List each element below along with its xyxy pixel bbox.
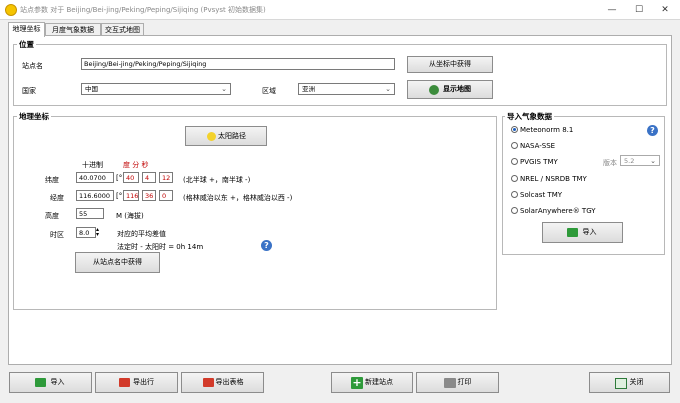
- site-name-label: 站点名: [22, 62, 43, 70]
- radio-nrel[interactable]: [511, 175, 518, 182]
- import-icon: [35, 378, 46, 387]
- longitude-deg-input[interactable]: 116: [123, 190, 139, 201]
- import-meteo-button[interactable]: 导入: [542, 222, 623, 243]
- tab-geo-coords[interactable]: 地理坐标: [8, 22, 45, 37]
- region-select[interactable]: 亚洲 ⌄: [298, 83, 395, 95]
- export-icon: [203, 378, 214, 387]
- country-select[interactable]: 中国 ⌄: [81, 83, 231, 95]
- export-table-label: 导出表格: [215, 378, 244, 386]
- version-select[interactable]: 5.2 ⌄: [620, 155, 660, 166]
- print-button[interactable]: 打印: [416, 372, 499, 393]
- decimal-header: 十进制: [82, 161, 103, 169]
- country-value: 中国: [85, 85, 98, 93]
- altitude-input[interactable]: 55: [76, 208, 104, 219]
- longitude-label: 经度: [50, 194, 64, 202]
- window-title: 站点参数 对于 Beijing/Bei-jing/Peking/Peping/S…: [20, 6, 266, 14]
- timezone-input[interactable]: 8.0: [76, 227, 96, 238]
- from-site-button[interactable]: 从站点名中获得: [75, 252, 160, 273]
- latitude-decimal-input[interactable]: 40.0700: [76, 172, 114, 183]
- radio-nasa-sse[interactable]: [511, 142, 518, 149]
- radio-solaranywhere[interactable]: [511, 207, 518, 214]
- latitude-label: 纬度: [45, 176, 59, 184]
- timezone-label: 时区: [50, 231, 64, 239]
- location-group-title: 位置: [17, 39, 36, 50]
- print-label: 打印: [457, 378, 472, 386]
- latitude-deg-input[interactable]: 40: [123, 172, 139, 183]
- site-name-input[interactable]: Beijing/Bei-jing/Peking/Peping/Sijiqing: [81, 58, 395, 70]
- printer-icon: [444, 378, 456, 388]
- option-meteonorm[interactable]: Meteonorm 8.1: [520, 126, 573, 134]
- version-label: 版本: [603, 159, 617, 167]
- altitude-unit: M (海拔): [116, 212, 144, 220]
- import-label: 导入: [50, 378, 65, 386]
- geo-coords-group-title: 地理坐标: [17, 111, 51, 122]
- import-meteo-group-title: 导入气象数据: [505, 111, 554, 122]
- import-meteo-label: 导入: [582, 228, 597, 236]
- close-button[interactable]: 关闭: [589, 372, 670, 393]
- radio-pvgis[interactable]: [511, 158, 518, 165]
- radio-solcast[interactable]: [511, 191, 518, 198]
- show-map-button[interactable]: 显示地图: [407, 80, 493, 99]
- chevron-down-icon: ⌄: [221, 85, 227, 93]
- latitude-hint: (北半球 +，南半球 -): [183, 176, 251, 184]
- longitude-min-input[interactable]: 36: [142, 190, 156, 201]
- from-coords-button[interactable]: 从坐标中获得: [407, 56, 493, 73]
- latitude-sec-input[interactable]: 12: [159, 172, 173, 183]
- latitude-min-input[interactable]: 4: [142, 172, 156, 183]
- chevron-down-icon: ⌄: [385, 85, 391, 93]
- radio-meteonorm[interactable]: [511, 126, 518, 133]
- maximize-button[interactable]: ☐: [631, 2, 647, 18]
- option-nasa-sse[interactable]: NASA-SSE: [520, 142, 555, 150]
- help-icon[interactable]: ?: [261, 240, 272, 251]
- new-site-label: 新建站点: [365, 378, 393, 386]
- dms-header: 度 分 秒: [123, 161, 149, 169]
- export-icon: [119, 378, 130, 387]
- timezone-note: 对应的平均差值: [117, 230, 166, 238]
- country-label: 国家: [22, 87, 36, 95]
- region-value: 亚洲: [302, 85, 315, 93]
- help-icon[interactable]: ?: [647, 125, 658, 136]
- new-site-button[interactable]: + 新建站点: [331, 372, 413, 393]
- exit-icon: [615, 378, 627, 389]
- longitude-decimal-input[interactable]: 116.6000: [76, 190, 114, 201]
- close-label: 关闭: [629, 378, 644, 386]
- location-group: [13, 44, 667, 106]
- longitude-sec-input[interactable]: 0: [159, 190, 173, 201]
- region-label: 区域: [262, 87, 276, 95]
- altitude-label: 高度: [45, 212, 59, 220]
- title-bar: 站点参数 对于 Beijing/Bei-jing/Peking/Peping/S…: [0, 0, 680, 20]
- import-icon: [567, 228, 578, 237]
- longitude-hint: (格林威治以东 +，格林威治以西 -): [183, 194, 293, 202]
- timezone-spin-icon[interactable]: ▴ ▾: [96, 227, 99, 238]
- option-pvgis[interactable]: PVGIS TMY: [520, 158, 558, 166]
- sun-icon: [207, 132, 216, 141]
- show-map-label: 显示地图: [443, 85, 471, 93]
- export-row-button[interactable]: 导出行: [95, 372, 178, 393]
- export-row-label: 导出行: [133, 378, 154, 386]
- globe-icon: [429, 85, 439, 95]
- app-icon: [5, 4, 17, 16]
- minimize-button[interactable]: —: [604, 2, 620, 18]
- import-button[interactable]: 导入: [9, 372, 92, 393]
- version-value: 5.2: [624, 157, 635, 165]
- export-table-button[interactable]: 导出表格: [181, 372, 264, 393]
- option-nrel[interactable]: NREL / NSRDB TMY: [520, 175, 587, 183]
- plus-icon: +: [351, 376, 363, 389]
- option-solcast[interactable]: Solcast TMY: [520, 191, 562, 199]
- close-window-button[interactable]: ✕: [657, 2, 673, 18]
- sun-path-button[interactable]: 太阳路径: [185, 126, 267, 146]
- chevron-down-icon: ⌄: [650, 157, 656, 165]
- option-solaranywhere[interactable]: SolarAnywhere® TGY: [520, 207, 596, 215]
- sun-path-label: 太阳路径: [218, 132, 246, 140]
- legal-solar-diff: 法定时 - 太阳时 = 0h 14m: [117, 243, 204, 251]
